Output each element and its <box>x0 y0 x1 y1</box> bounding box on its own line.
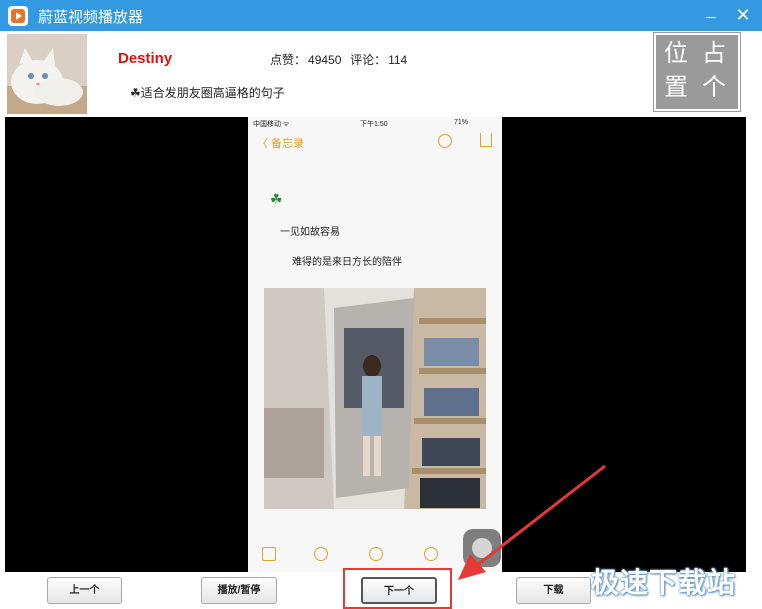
likes-count: 49450 <box>308 53 342 67</box>
author-avatar <box>7 34 87 114</box>
note-text-line: 一见如故容易 <box>280 227 340 238</box>
minimize-button[interactable] <box>699 4 723 26</box>
assistive-touch-icon <box>463 529 501 567</box>
comments-count: 114 <box>388 53 408 67</box>
notes-toolbar <box>436 131 496 151</box>
highlight-annotation-box <box>343 568 452 609</box>
author-name: Destiny <box>118 50 173 67</box>
seal-char: 个 <box>702 73 726 101</box>
seal-char: 位 <box>664 39 688 67</box>
notes-back-link: 〈 备忘录 <box>257 138 305 150</box>
video-info-header: Destiny 点赞： 49450 评论： 114 ☘适合发朋友圈高逼格的句子 位 … <box>0 31 762 117</box>
title-bar[interactable]: 蔚蓝视频播放器 ✕ <box>0 0 762 31</box>
seal-char: 占 <box>702 39 726 67</box>
comments-label: 评论： <box>350 53 387 67</box>
phone-status-bar: 中国移动 ᯤ 下午1:50 71% <box>248 117 502 131</box>
add-icon <box>369 547 383 561</box>
status-battery: 71% <box>454 119 469 126</box>
seal-char: 置 <box>664 73 688 101</box>
play-pause-button[interactable]: 播放/暂停 <box>201 577 277 604</box>
status-carrier: 中国移动 ᯤ <box>253 121 290 128</box>
site-watermark: 极速下载站 <box>591 566 737 599</box>
trash-icon <box>262 547 276 561</box>
share-icon <box>480 133 492 147</box>
video-stats: 点赞： 49450 评论： 114 <box>270 51 409 68</box>
video-frame-phone-screen: 中国移动 ᯤ 下午1:50 71% 〈 备忘录 ☘ 一见如故容易 难得的是来日方… <box>248 117 502 572</box>
checklist-icon <box>314 547 328 561</box>
download-button[interactable]: 下载 <box>516 577 591 604</box>
app-logo-icon <box>8 6 28 26</box>
contacts-icon <box>438 134 452 148</box>
likes-label: 点赞： <box>270 53 307 67</box>
video-player-window: 蔚蓝视频播放器 ✕ Destiny 点赞： 49450 评论： 114 ☘适合发朋友… <box>0 0 762 609</box>
note-text-line: 难得的是来日方长的陪伴 <box>292 257 402 268</box>
video-description: ☘适合发朋友圈高逼格的句子 <box>130 86 285 100</box>
note-photo <box>264 288 486 509</box>
clover-icon: ☘ <box>270 191 283 207</box>
placeholder-seal-logo: 位 占 置 个 <box>653 32 741 112</box>
close-button[interactable]: ✕ <box>731 4 755 26</box>
video-display-area[interactable]: 中国移动 ᯤ 下午1:50 71% 〈 备忘录 ☘ 一见如故容易 难得的是来日方… <box>5 117 746 572</box>
window-title: 蔚蓝视频播放器 <box>38 9 144 26</box>
compose-icon <box>424 547 438 561</box>
status-time: 下午1:50 <box>360 121 388 128</box>
previous-button[interactable]: 上一个 <box>47 577 122 604</box>
